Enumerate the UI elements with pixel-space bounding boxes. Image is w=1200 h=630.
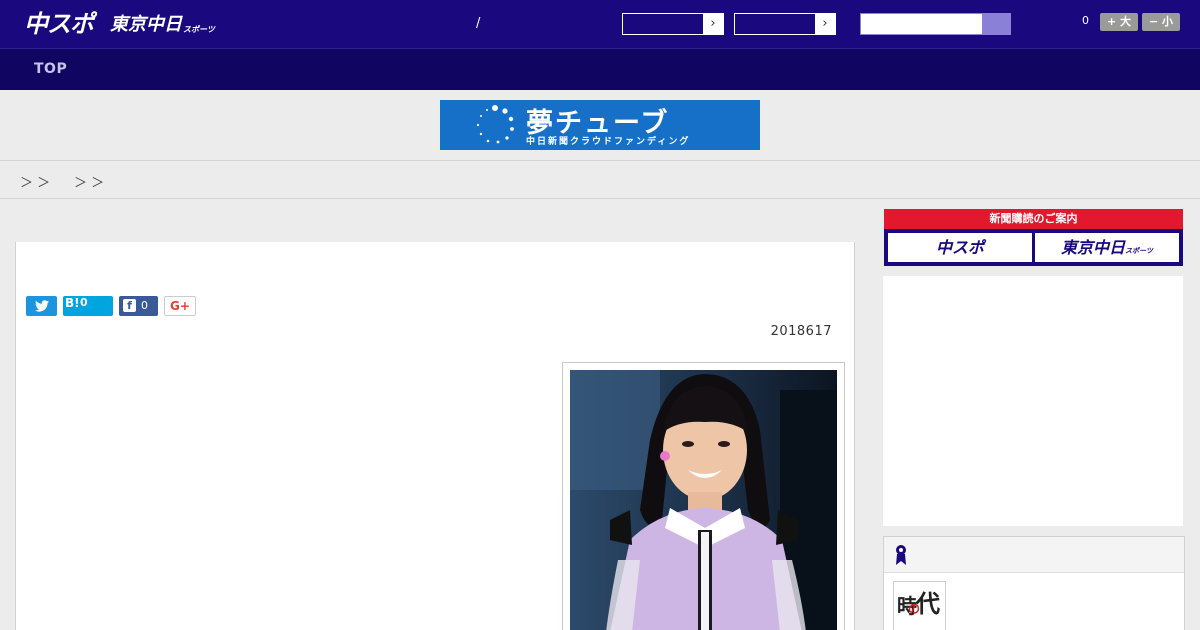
subscribe-tokyo-chunichi-sub: スポーツ bbox=[1125, 247, 1153, 255]
subscribe-chuspo-button[interactable]: 中スポ bbox=[888, 233, 1032, 262]
banner-subtitle: 中日新聞クラウドファンディング bbox=[526, 137, 691, 147]
hatena-count: 0 bbox=[80, 296, 88, 309]
yume-tube-banner[interactable]: 夢チューブ 中日新聞クラウドファンディング bbox=[440, 100, 760, 150]
sidebar-ad[interactable] bbox=[883, 276, 1183, 526]
ranking-thumb-char: の bbox=[908, 602, 921, 616]
twitter-share-button[interactable] bbox=[26, 296, 57, 316]
twitter-icon bbox=[34, 300, 49, 312]
facebook-count: 0 bbox=[141, 299, 148, 312]
nav-item-top[interactable]: TOP bbox=[34, 61, 67, 77]
chevron-right-icon[interactable]: › bbox=[703, 14, 723, 34]
ranking-header bbox=[884, 537, 1184, 573]
breadcrumb-separator: ＞ ＞ bbox=[74, 176, 105, 191]
tokyo-chunichi-logo-text: 東京中日 bbox=[110, 14, 182, 35]
article-date: 2018617 bbox=[770, 324, 832, 339]
tokyo-chunichi-logo-sub: スポーツ bbox=[183, 25, 215, 34]
article-header: B! 0 f 0 G+ 2018617 bbox=[15, 242, 855, 352]
category-select-2[interactable]: › bbox=[734, 13, 836, 35]
ranking-medal-icon bbox=[896, 545, 906, 565]
breadcrumb-separator: ＞ ＞ bbox=[20, 176, 51, 191]
google-plus-share-button[interactable]: G+ bbox=[164, 296, 196, 316]
site-search bbox=[860, 13, 1011, 35]
subscription-box: 新聞購読のご案内 中スポ 東京中日スポーツ bbox=[884, 209, 1183, 266]
search-button[interactable] bbox=[982, 14, 1010, 34]
facebook-icon: f bbox=[123, 299, 136, 312]
category-select-1[interactable]: › bbox=[622, 13, 724, 35]
ranking-thumbnail[interactable]: 時 代 の bbox=[893, 581, 946, 630]
subscribe-tokyo-chunichi-button[interactable]: 東京中日スポーツ bbox=[1035, 233, 1179, 262]
subscribe-tokyo-chunichi-label: 東京中日 bbox=[1061, 238, 1126, 257]
facebook-share-button[interactable]: f 0 bbox=[119, 296, 158, 316]
hatena-bookmark-button[interactable]: B! 0 bbox=[63, 296, 113, 316]
font-smaller-button[interactable]: − 小 bbox=[1142, 13, 1180, 31]
subscription-heading: 新聞購読のご案内 bbox=[884, 209, 1183, 229]
banner-area: 夢チューブ 中日新聞クラウドファンディング bbox=[0, 90, 1200, 161]
global-nav: TOP bbox=[0, 48, 1200, 90]
article-body bbox=[15, 351, 855, 630]
header-separator: / bbox=[476, 16, 481, 31]
article-photo[interactable] bbox=[570, 370, 837, 630]
tokyo-chunichi-logo[interactable]: 東京中日 スポーツ bbox=[110, 8, 215, 40]
dots-ring-icon bbox=[476, 105, 514, 144]
site-header: 中スポ 東京中日 スポーツ / › › 0 + 大 − 小 bbox=[0, 0, 1200, 48]
ranking-box: 時 代 の bbox=[883, 536, 1185, 630]
article-photo-frame bbox=[562, 362, 845, 630]
font-larger-button[interactable]: + 大 bbox=[1100, 13, 1138, 31]
font-size-count: 0 bbox=[1082, 14, 1089, 27]
chevron-right-icon[interactable]: › bbox=[815, 14, 835, 34]
breadcrumb: ＞ ＞ ＞ ＞ bbox=[0, 161, 1200, 199]
search-input[interactable] bbox=[861, 14, 982, 34]
hatena-icon: B! bbox=[65, 296, 80, 310]
chuspo-logo[interactable]: 中スポ bbox=[24, 8, 94, 40]
